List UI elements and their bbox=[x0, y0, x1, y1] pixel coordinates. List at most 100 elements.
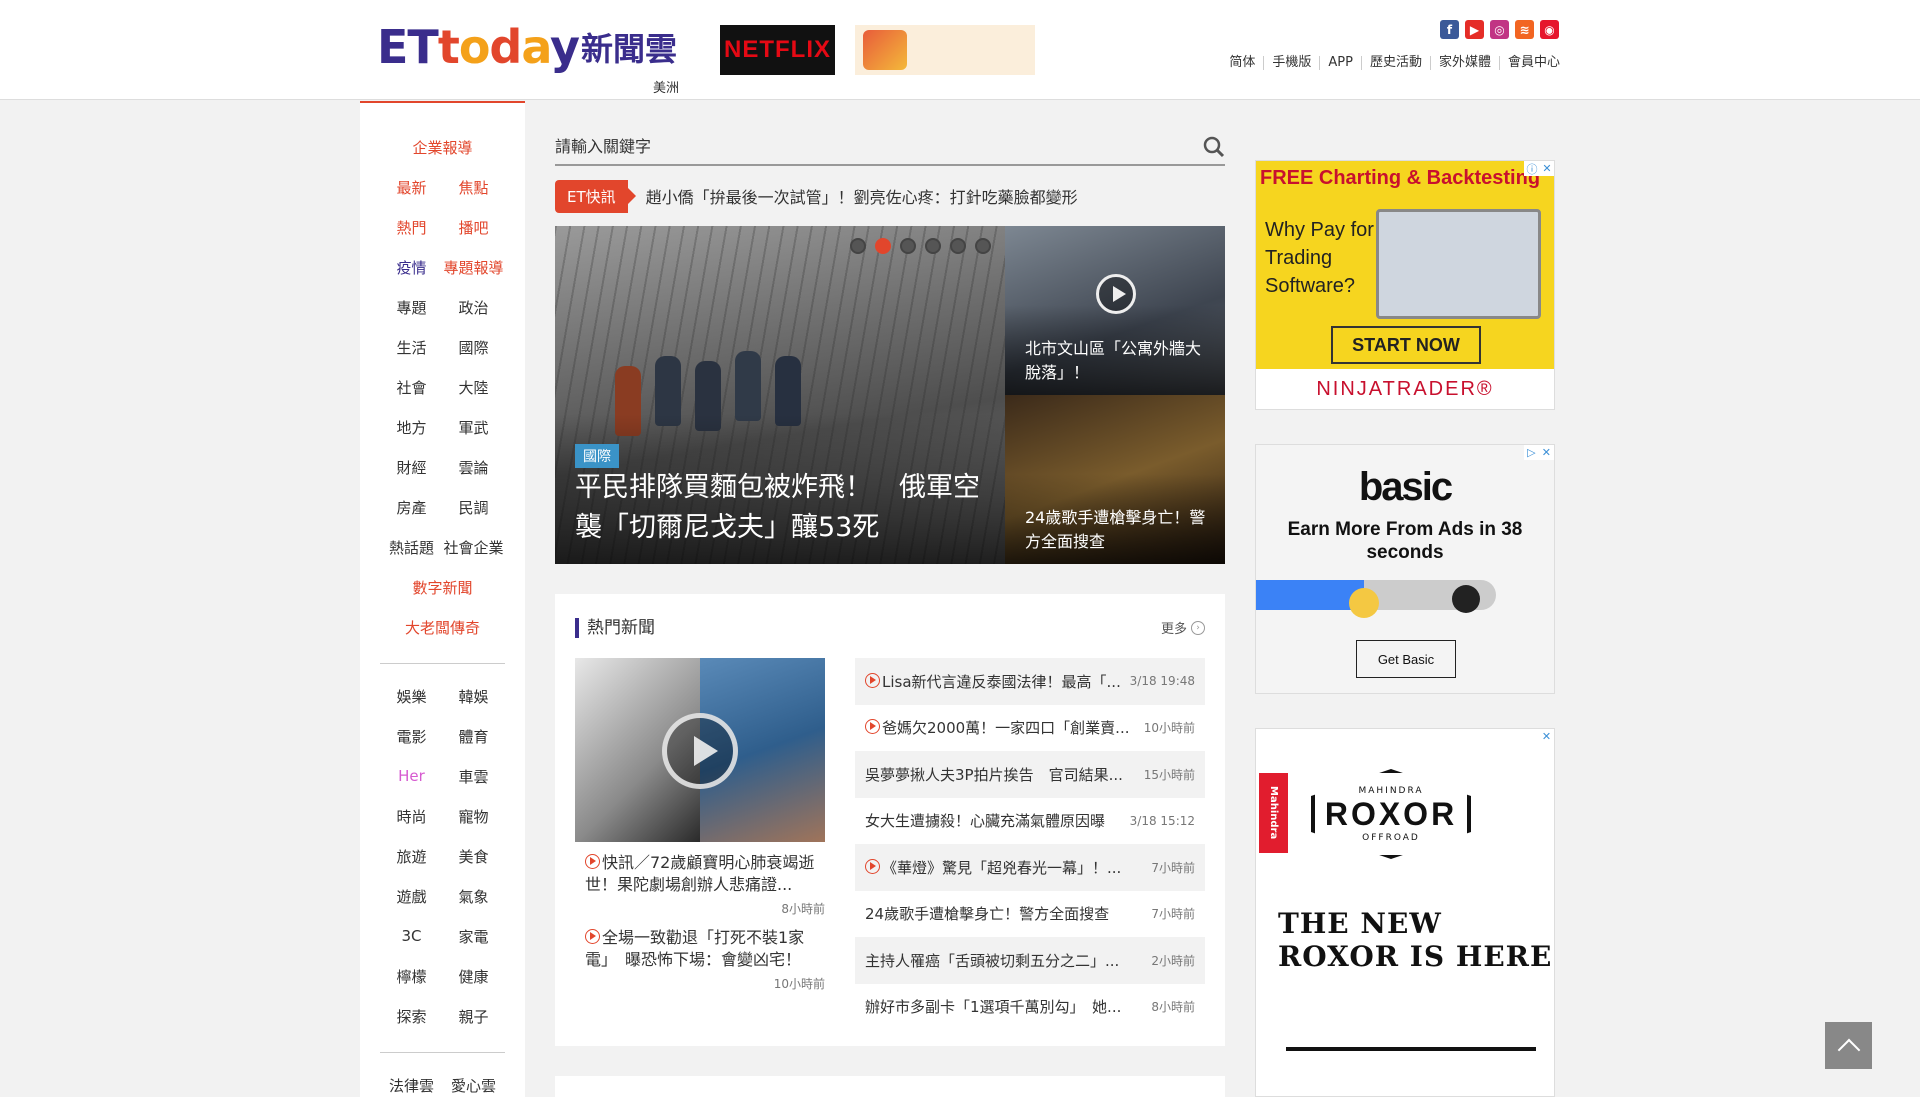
list-item[interactable]: 爸媽欠2000萬！一家四口「創業賣... 10小時前 bbox=[855, 705, 1205, 752]
list-item[interactable]: 24歲歌手遭槍擊身亡！警方全面搜查 7小時前 bbox=[855, 891, 1205, 938]
nav-pets[interactable]: 寵物 bbox=[443, 806, 505, 827]
story-title[interactable]: 《華燈》驚見「超兇春光一幕」！... bbox=[882, 859, 1121, 877]
breaking-headline[interactable]: 趙小僑「拚最後一次試管」！劉亮佐心疼：打針吃藥臉都變形 bbox=[646, 184, 1078, 208]
carousel-dot-active[interactable] bbox=[875, 238, 891, 254]
carousel-dot[interactable] bbox=[925, 238, 941, 254]
instagram-icon[interactable]: ◎ bbox=[1490, 20, 1509, 39]
nav-military[interactable]: 軍武 bbox=[443, 417, 505, 438]
story-title[interactable]: 主持人罹癌「舌頭被切剩五分之二」... bbox=[865, 950, 1147, 971]
hot-news-lead-story[interactable]: 全場一致勸退「打死不裝1家電」 曝恐怖下場：會變凶宅！ bbox=[575, 917, 825, 971]
nav-china[interactable]: 大陸 bbox=[443, 377, 505, 398]
list-item[interactable]: 辦好市多副卡「1選項千萬別勾」 她... 8小時前 bbox=[855, 984, 1205, 1031]
link-mobile[interactable]: 手機版 bbox=[1264, 56, 1321, 70]
nav-weather[interactable]: 氣象 bbox=[443, 886, 505, 907]
nav-topics[interactable]: 專題 bbox=[381, 297, 443, 318]
nav-social-enterprise[interactable]: 社會企業 bbox=[443, 537, 505, 558]
hero-side-title[interactable]: 24歲歌手遭槍擊身亡！警方全面搜查 bbox=[1025, 506, 1210, 554]
nav-hot[interactable]: 熱門 bbox=[381, 217, 443, 238]
back-to-top-button[interactable] bbox=[1825, 1022, 1872, 1069]
story-title[interactable]: 快訊／72歲顧寶明心肺衰竭逝世！果陀劇場創辦人悲痛證... bbox=[585, 853, 814, 894]
search-input[interactable] bbox=[555, 136, 1175, 156]
ad-choices-icon[interactable]: ⓘ ✕ bbox=[1524, 161, 1554, 176]
story-title[interactable]: Lisa新代言違反泰國法律！最高「... bbox=[882, 673, 1121, 691]
story-title[interactable]: 24歲歌手遭槍擊身亡！警方全面搜查 bbox=[865, 903, 1147, 924]
nav-sports[interactable]: 體育 bbox=[443, 726, 505, 747]
link-events[interactable]: 歷史活動 bbox=[1362, 56, 1431, 70]
story-title[interactable]: 全場一致勸退「打死不裝1家電」 曝恐怖下場：會變凶宅！ bbox=[585, 928, 804, 969]
nav-finance[interactable]: 財經 bbox=[381, 457, 443, 478]
shopping-ad-banner[interactable] bbox=[855, 25, 1035, 75]
hero-title[interactable]: 平民排隊買麵包被炸飛！ 俄軍空襲「切爾尼戈夫」釀53死 bbox=[575, 468, 995, 548]
story-title[interactable]: 吳夢夢揪人夫3P拍片挨告 官司結果... bbox=[865, 764, 1140, 785]
nav-entertainment[interactable]: 娛樂 bbox=[381, 686, 443, 707]
site-logo[interactable]: ETtoday 新聞雲 bbox=[377, 20, 682, 74]
rss-icon[interactable]: ≋ bbox=[1515, 20, 1534, 39]
nav-food[interactable]: 美食 bbox=[443, 846, 505, 867]
nav-enterprise-report[interactable]: 企業報導 bbox=[383, 137, 503, 158]
search-icon[interactable] bbox=[1203, 136, 1225, 158]
hot-news-lead-story[interactable]: 快訊／72歲顧寶明心肺衰竭逝世！果陀劇場創辦人悲痛證... bbox=[575, 842, 825, 896]
story-title[interactable]: 女大生遭擄殺！心臟充滿氣體原因曝 bbox=[865, 810, 1126, 831]
list-item[interactable]: Lisa新代言違反泰國法律！最高「... 3/18 19:48 bbox=[855, 658, 1205, 705]
list-item[interactable]: 吳夢夢揪人夫3P拍片挨告 官司結果... 15小時前 bbox=[855, 751, 1205, 798]
nav-life[interactable]: 生活 bbox=[381, 337, 443, 358]
hero-category-badge[interactable]: 國際 bbox=[575, 444, 619, 468]
nav-opinion[interactable]: 雲論 bbox=[443, 457, 505, 478]
link-member-center[interactable]: 會員中心 bbox=[1500, 56, 1560, 70]
story-title[interactable]: 爸媽欠2000萬！一家四口「創業賣... bbox=[882, 719, 1129, 737]
hero-side-title[interactable]: 北市文山區「公寓外牆大脫落」！ bbox=[1025, 337, 1210, 385]
nav-politics[interactable]: 政治 bbox=[443, 297, 505, 318]
nav-law[interactable]: 法律雲 bbox=[381, 1075, 443, 1096]
nav-broadcast[interactable]: 播吧 bbox=[443, 217, 505, 238]
nav-polls[interactable]: 民調 bbox=[443, 497, 505, 518]
ninjatrader-ad[interactable]: ⓘ ✕ FREE Charting & Backtesting Why Pay f… bbox=[1255, 160, 1555, 410]
hero-side-story[interactable]: 24歲歌手遭槍擊身亡！警方全面搜查 bbox=[1005, 395, 1225, 564]
nav-international[interactable]: 國際 bbox=[443, 337, 505, 358]
nav-property[interactable]: 房產 bbox=[381, 497, 443, 518]
nav-her[interactable]: Her bbox=[381, 767, 443, 785]
facebook-icon[interactable]: f bbox=[1440, 20, 1459, 39]
roxor-ad[interactable]: ✕ Mahindra MAHINDRA ROXOR OFFROAD THE NE… bbox=[1255, 728, 1555, 1097]
list-item[interactable]: 女大生遭擄殺！心臟充滿氣體原因曝 3/18 15:12 bbox=[855, 798, 1205, 845]
nav-fashion[interactable]: 時尚 bbox=[381, 806, 443, 827]
region-label[interactable]: 美洲 bbox=[653, 77, 679, 96]
play-icon[interactable] bbox=[662, 713, 738, 789]
hot-news-thumbnail[interactable] bbox=[575, 658, 825, 842]
play-icon[interactable] bbox=[1096, 274, 1136, 314]
nav-3c[interactable]: 3C bbox=[381, 927, 443, 945]
nav-parenting[interactable]: 親子 bbox=[443, 1006, 505, 1027]
list-item[interactable]: 《華燈》驚見「超兇春光一幕」！... 7小時前 bbox=[855, 844, 1205, 891]
nav-korean[interactable]: 韓娛 bbox=[443, 686, 505, 707]
nav-health[interactable]: 健康 bbox=[443, 966, 505, 987]
weibo-icon[interactable]: ◉ bbox=[1540, 20, 1559, 39]
ad-choices-icon[interactable]: ▷ ✕ bbox=[1524, 445, 1554, 460]
hero-main-story[interactable]: 國際 平民排隊買麵包被炸飛！ 俄軍空襲「切爾尼戈夫」釀53死 bbox=[555, 226, 1005, 564]
link-app[interactable]: APP bbox=[1320, 56, 1362, 70]
close-icon[interactable]: ✕ bbox=[1539, 729, 1554, 744]
carousel-dot[interactable] bbox=[975, 238, 991, 254]
nav-movies[interactable]: 電影 bbox=[381, 726, 443, 747]
nav-focus[interactable]: 焦點 bbox=[443, 177, 505, 198]
link-outdoor-media[interactable]: 家外媒體 bbox=[1431, 56, 1500, 70]
nav-boss-legends[interactable]: 大老闆傳奇 bbox=[383, 617, 503, 638]
list-item[interactable]: 主持人罹癌「舌頭被切剩五分之二」... 2小時前 bbox=[855, 937, 1205, 984]
get-basic-button[interactable]: Get Basic bbox=[1356, 640, 1456, 678]
carousel-dot[interactable] bbox=[850, 238, 866, 254]
nav-games[interactable]: 遊戲 bbox=[381, 886, 443, 907]
nav-travel[interactable]: 旅遊 bbox=[381, 846, 443, 867]
youtube-icon[interactable]: ▶ bbox=[1465, 20, 1484, 39]
hero-side-story[interactable]: 北市文山區「公寓外牆大脫落」！ bbox=[1005, 226, 1225, 395]
nav-hot-topics[interactable]: 熱話題 bbox=[381, 537, 443, 558]
nav-charity[interactable]: 愛心雲 bbox=[443, 1075, 505, 1096]
basic-ad[interactable]: ▷ ✕ basic Earn More From Ads in 38 second… bbox=[1255, 444, 1555, 694]
nav-special-report[interactable]: 專題報導 bbox=[443, 257, 505, 278]
nav-society[interactable]: 社會 bbox=[381, 377, 443, 398]
nav-cars[interactable]: 車雲 bbox=[443, 766, 505, 787]
netflix-ad-banner[interactable]: NETFLIX bbox=[720, 25, 835, 75]
nav-explore[interactable]: 探索 bbox=[381, 1006, 443, 1027]
nav-appliances[interactable]: 家電 bbox=[443, 926, 505, 947]
nav-data-news[interactable]: 數字新聞 bbox=[383, 577, 503, 598]
link-simplified[interactable]: 简体 bbox=[1221, 56, 1265, 70]
more-link[interactable]: 更多 › bbox=[1161, 618, 1205, 637]
carousel-dot[interactable] bbox=[900, 238, 916, 254]
